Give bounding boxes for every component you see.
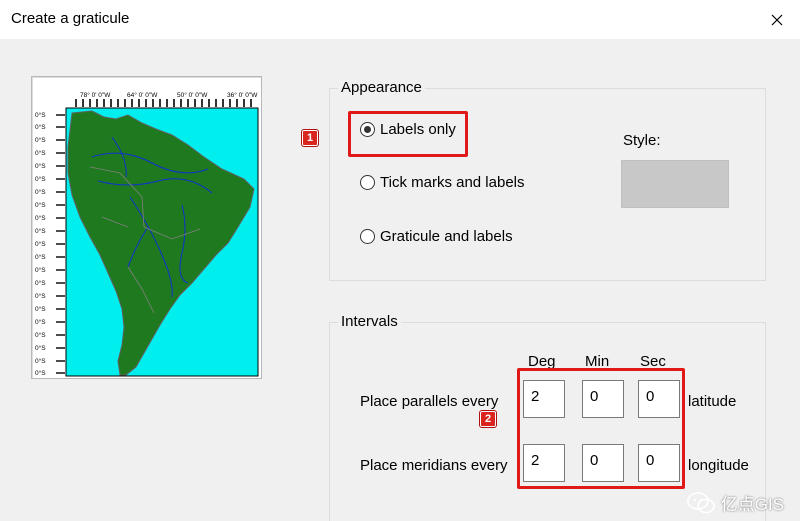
side-tick-label: 0°S [35, 357, 46, 365]
side-tick-label: 0°S [35, 318, 46, 326]
side-tick-label: 0°S [35, 214, 46, 222]
side-tick-label: 0°S [35, 240, 46, 248]
parallels-suffix: latitude [688, 393, 737, 410]
annotation-badge-2: 2 [480, 411, 496, 427]
annotation-badge-1: 1 [302, 130, 318, 146]
top-tick-label: 36° 0' 0"W [227, 91, 258, 99]
side-tick-label: 0°S [35, 175, 46, 183]
side-tick-label: 0°S [35, 279, 46, 287]
intervals-group-label: Intervals [338, 313, 401, 330]
side-tick-label: 0°S [35, 123, 46, 131]
side-tick-label: 0°S [35, 188, 46, 196]
side-tick-label: 0°S [35, 162, 46, 170]
side-tick-label: 0°S [35, 201, 46, 209]
side-tick-label: 0°S [35, 136, 46, 144]
side-tick-label: 0°S [35, 266, 46, 274]
side-tick-label: 0°S [35, 331, 46, 339]
wechat-icon [686, 491, 715, 513]
side-tick-label: 0°S [35, 344, 46, 352]
radio-tick-marks-label: Tick marks and labels [380, 174, 525, 191]
window-title: Create a graticule [11, 10, 130, 27]
side-tick-label: 0°S [35, 111, 46, 119]
preview-map: 78° 0' 0"W 64° 0' 0"W 50° 0' 0"W 36° 0' … [35, 91, 259, 377]
graticule-preview: 78° 0' 0"W 64° 0' 0"W 50° 0' 0"W 36° 0' … [31, 76, 262, 379]
meridians-suffix: longitude [688, 457, 749, 474]
meridians-label: Place meridians every [360, 457, 508, 474]
radio-button[interactable] [360, 229, 375, 244]
top-tick-label: 64° 0' 0"W [127, 91, 158, 99]
side-tick-label: 0°S [35, 253, 46, 261]
watermark-text: 亿点GIS [720, 495, 784, 514]
close-button[interactable] [754, 0, 800, 39]
side-tick-label: 0°S [35, 369, 46, 377]
radio-button[interactable] [360, 175, 375, 190]
title-bar[interactable]: Create a graticule [0, 0, 800, 39]
top-tick-label: 50° 0' 0"W [177, 91, 208, 99]
highlight-box-2 [517, 368, 685, 489]
side-tick-label: 0°S [35, 305, 46, 313]
side-tick-label: 0°S [35, 149, 46, 157]
style-label: Style: [623, 132, 661, 149]
highlight-box-1 [348, 111, 468, 157]
dialog-window: Create a graticule 78° 0' 0"W 64° 0' 0"W… [0, 0, 800, 521]
radio-tick-marks-and-labels[interactable]: Tick marks and labels [360, 174, 525, 191]
close-icon [771, 14, 783, 25]
radio-graticule-label: Graticule and labels [380, 228, 513, 245]
parallels-label: Place parallels every [360, 393, 499, 410]
top-ruler: 78° 0' 0"W 64° 0' 0"W 50° 0' 0"W 36° 0' … [72, 91, 258, 107]
appearance-group-label: Appearance [338, 79, 425, 96]
top-tick-label: 78° 0' 0"W [80, 91, 111, 99]
style-swatch-button[interactable] [621, 160, 729, 208]
watermark: 亿点GIS [686, 490, 784, 515]
radio-graticule-and-labels[interactable]: Graticule and labels [360, 228, 513, 245]
side-tick-label: 0°S [35, 227, 46, 235]
left-ruler: 0°S 0°S 0°S 0°S 0°S 0°S 0°S 0°S 0°S 0°S … [35, 111, 65, 377]
side-tick-label: 0°S [35, 292, 46, 300]
